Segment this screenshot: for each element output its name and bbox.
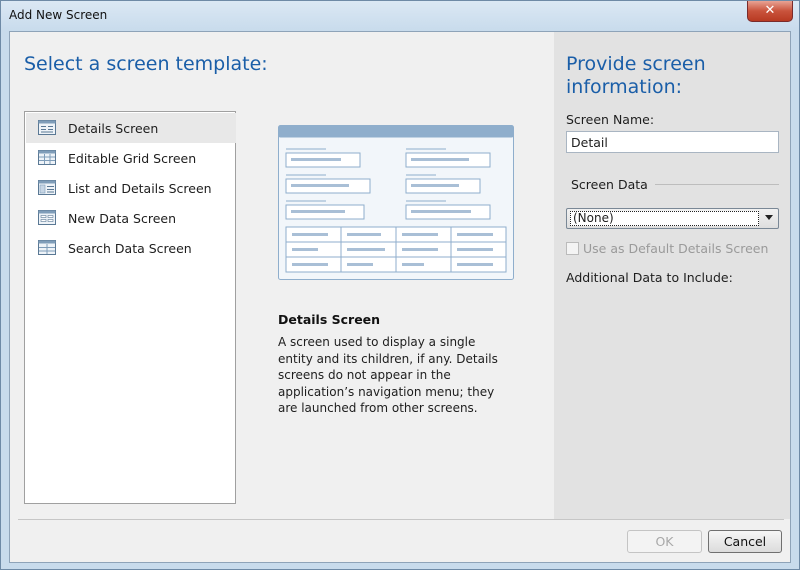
list-details-screen-icon <box>38 180 56 195</box>
template-item-label: New Data Screen <box>68 211 177 226</box>
screen-name-label: Screen Name: <box>566 112 655 127</box>
template-item-details-screen[interactable]: Details Screen <box>26 113 236 143</box>
title-bar[interactable]: Add New Screen ✕ <box>1 1 799 31</box>
template-item-label: Details Screen <box>68 121 159 136</box>
template-item-new-data-screen[interactable]: New Data Screen <box>26 203 236 233</box>
screen-data-label: Screen Data <box>571 177 648 192</box>
default-details-label: Use as Default Details Screen <box>583 241 769 256</box>
additional-data-label: Additional Data to Include: <box>566 270 733 285</box>
screen-name-input[interactable]: Detail <box>566 131 779 153</box>
template-list[interactable]: Details Screen Editable Grid Screen List… <box>24 111 236 504</box>
screen-info-heading: Provide screen information: <box>566 53 706 98</box>
search-data-screen-icon <box>38 240 56 255</box>
grid-screen-icon <box>38 150 56 165</box>
template-item-search-data-screen[interactable]: Search Data Screen <box>26 233 236 263</box>
close-icon: ✕ <box>764 3 776 18</box>
add-new-screen-dialog: Add New Screen ✕ Select a screen templat… <box>0 0 800 570</box>
template-heading: Select a screen template: <box>24 53 268 75</box>
ok-button[interactable]: OK <box>627 530 702 553</box>
template-description-text: A screen used to display a single entity… <box>278 335 498 415</box>
cancel-button[interactable]: Cancel <box>708 530 782 553</box>
screen-data-selected-value: (None) <box>570 211 759 226</box>
template-item-label: List and Details Screen <box>68 181 212 196</box>
template-item-list-and-details-screen[interactable]: List and Details Screen <box>26 173 236 203</box>
footer-separator <box>18 519 784 520</box>
details-screen-icon <box>38 120 56 135</box>
window-title: Add New Screen <box>9 8 108 22</box>
screen-data-dropdown[interactable]: (None) <box>566 208 779 229</box>
dialog-client-area: Select a screen template: Details Screen <box>9 31 791 563</box>
template-preview-image <box>278 125 514 280</box>
new-data-screen-icon <box>38 210 56 225</box>
screen-data-separator <box>655 184 779 185</box>
default-details-checkbox[interactable] <box>566 242 579 255</box>
template-item-editable-grid-screen[interactable]: Editable Grid Screen <box>26 143 236 173</box>
template-item-label: Editable Grid Screen <box>68 151 197 166</box>
template-description-title: Details Screen <box>278 312 381 327</box>
chevron-down-icon <box>765 215 773 220</box>
template-item-label: Search Data Screen <box>68 241 192 256</box>
close-button[interactable]: ✕ <box>747 1 793 22</box>
